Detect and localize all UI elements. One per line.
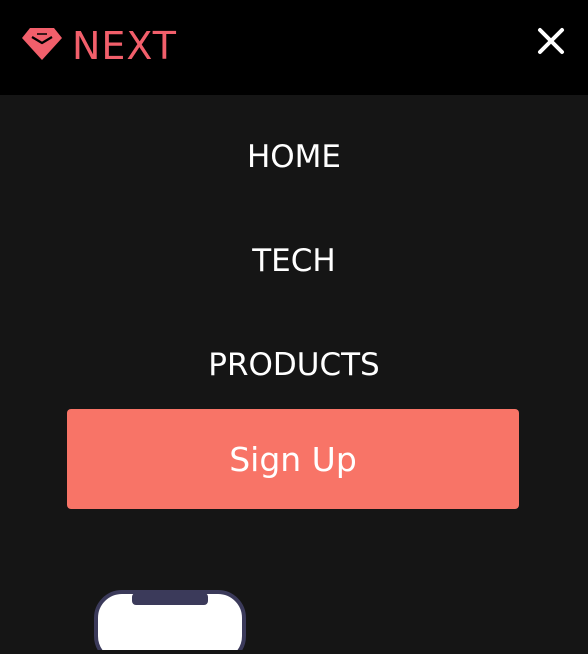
sign-up-button[interactable]: Sign Up [67,409,519,509]
nav-item-home[interactable]: HOME [0,137,588,177]
diamond-icon [22,26,62,66]
top-bar: NEXT [0,0,588,95]
brand-name: NEXT [72,24,178,68]
mobile-menu: HOME TECH PRODUCTS Sign Up [0,95,588,654]
brand-logo[interactable]: NEXT [22,24,177,68]
phone-icon [94,590,246,654]
close-icon [538,28,564,54]
close-menu-button[interactable] [534,24,568,58]
nav-item-tech[interactable]: TECH [0,241,588,281]
nav-item-products[interactable]: PRODUCTS [0,345,588,385]
